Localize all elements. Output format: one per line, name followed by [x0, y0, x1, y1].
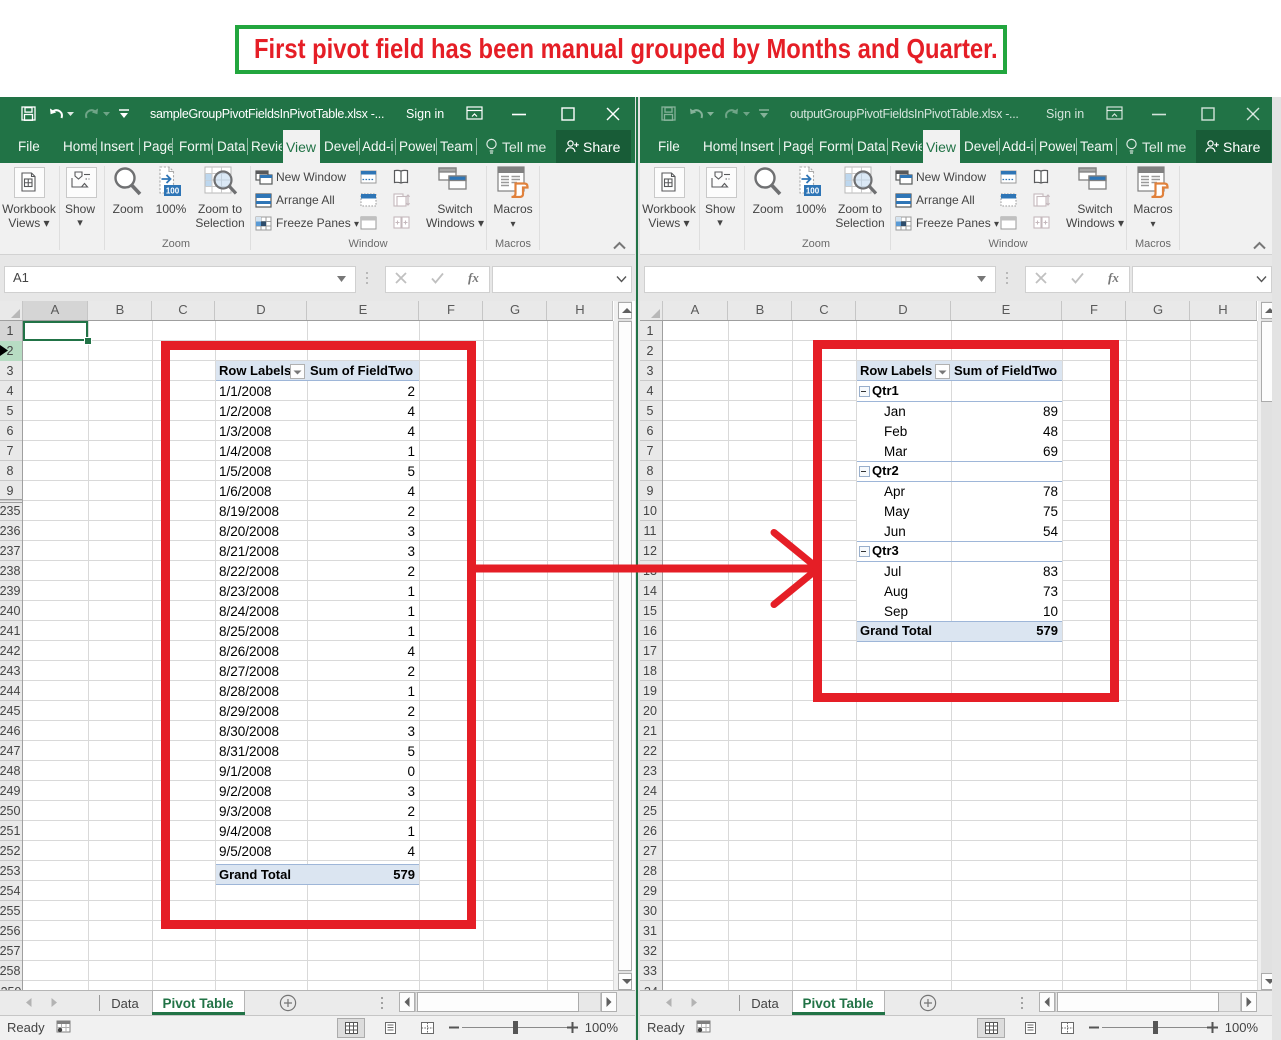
svg-text:100: 100 [166, 187, 180, 196]
svg-text:100: 100 [806, 187, 820, 196]
